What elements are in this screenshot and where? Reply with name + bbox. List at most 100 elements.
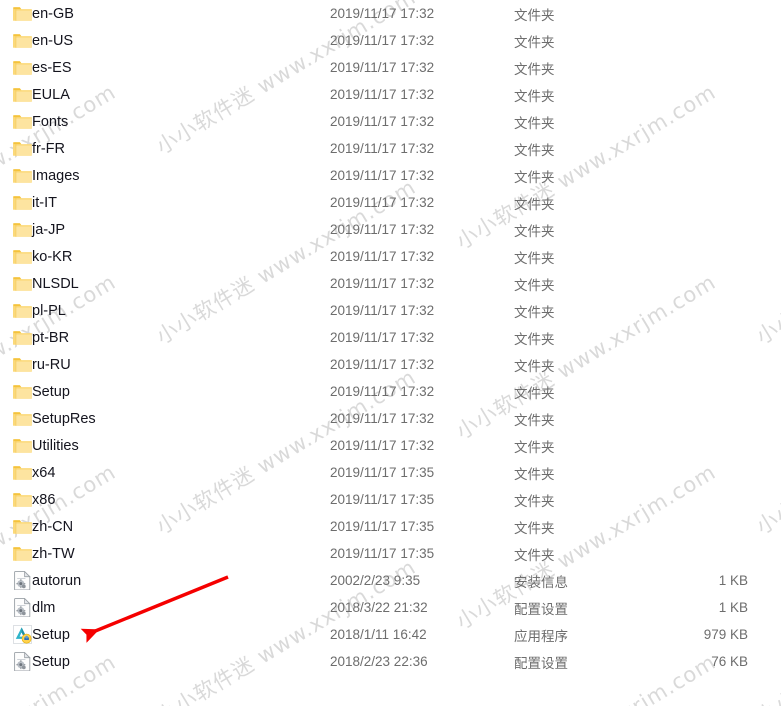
file-name: fr-FR xyxy=(32,140,66,157)
file-row[interactable]: ru-RU 2019/11/17 17:32 文件夹 xyxy=(0,351,781,378)
folder-icon xyxy=(12,195,32,210)
file-row[interactable]: Setup 2018/1/11 16:42 应用程序 979 KB xyxy=(0,621,781,648)
file-type: 文件夹 xyxy=(514,169,555,186)
file-name: Setup xyxy=(32,626,70,643)
file-row[interactable]: x64 2019/11/17 17:35 文件夹 xyxy=(0,459,781,486)
folder-icon xyxy=(12,517,32,537)
file-type: 文件夹 xyxy=(514,277,555,294)
file-row[interactable]: NLSDL 2019/11/17 17:32 文件夹 xyxy=(0,270,781,297)
folder-icon xyxy=(12,355,32,375)
file-row[interactable]: autorun 2002/2/23 9:35 安装信息 1 KB xyxy=(0,567,781,594)
file-row[interactable]: pl-PL 2019/11/17 17:32 文件夹 xyxy=(0,297,781,324)
file-name: NLSDL xyxy=(32,275,79,292)
file-name: zh-TW xyxy=(32,545,75,562)
file-type: 文件夹 xyxy=(514,520,555,537)
folder-icon xyxy=(12,114,32,129)
file-name: it-IT xyxy=(32,194,57,211)
file-list[interactable]: en-GB 2019/11/17 17:32 文件夹 en-US 2019/11/17 … xyxy=(0,0,781,675)
file-type: 文件夹 xyxy=(514,412,555,429)
file-date: 2019/11/17 17:35 xyxy=(330,519,435,534)
file-type: 文件夹 xyxy=(514,34,555,51)
folder-icon xyxy=(12,166,32,186)
folder-icon xyxy=(12,274,32,294)
config-file-icon xyxy=(12,598,32,618)
file-name: Utilities xyxy=(32,437,79,454)
file-row[interactable]: Utilities 2019/11/17 17:32 文件夹 xyxy=(0,432,781,459)
folder-icon xyxy=(12,249,32,264)
file-row[interactable]: ko-KR 2019/11/17 17:32 文件夹 xyxy=(0,243,781,270)
file-name: Setup xyxy=(32,653,70,670)
folder-icon xyxy=(12,60,32,75)
file-date: 2019/11/17 17:32 xyxy=(330,114,435,129)
file-date: 2019/11/17 17:32 xyxy=(330,438,435,453)
file-date: 2018/2/23 22:36 xyxy=(330,654,428,669)
file-type: 安装信息 xyxy=(514,574,568,591)
file-row[interactable]: EULA 2019/11/17 17:32 文件夹 xyxy=(0,81,781,108)
file-row[interactable]: pt-BR 2019/11/17 17:32 文件夹 xyxy=(0,324,781,351)
folder-icon xyxy=(12,384,32,399)
file-size: 1 KB xyxy=(718,600,748,615)
file-type: 文件夹 xyxy=(514,250,555,267)
file-row[interactable]: SetupRes 2019/11/17 17:32 文件夹 xyxy=(0,405,781,432)
folder-icon xyxy=(12,193,32,213)
file-name: Fonts xyxy=(32,113,69,130)
file-name: en-GB xyxy=(32,5,74,22)
file-row[interactable]: es-ES 2019/11/17 17:32 文件夹 xyxy=(0,54,781,81)
folder-icon xyxy=(12,58,32,78)
file-name: SetupRes xyxy=(32,410,96,427)
file-row[interactable]: Setup 2018/2/23 22:36 配置设置 76 KB xyxy=(0,648,781,675)
folder-icon xyxy=(12,463,32,483)
file-row[interactable]: it-IT 2019/11/17 17:32 文件夹 xyxy=(0,189,781,216)
folder-icon xyxy=(12,276,32,291)
folder-icon xyxy=(12,382,32,402)
folder-icon xyxy=(12,465,32,480)
file-size: 76 KB xyxy=(711,654,748,669)
file-row[interactable]: ja-JP 2019/11/17 17:32 文件夹 xyxy=(0,216,781,243)
folder-icon xyxy=(12,411,32,426)
file-date: 2019/11/17 17:32 xyxy=(330,384,435,399)
file-date: 2019/11/17 17:32 xyxy=(330,141,435,156)
file-row[interactable]: en-GB 2019/11/17 17:32 文件夹 xyxy=(0,0,781,27)
folder-icon xyxy=(12,436,32,456)
file-row[interactable]: Images 2019/11/17 17:32 文件夹 xyxy=(0,162,781,189)
file-row[interactable]: en-US 2019/11/17 17:32 文件夹 xyxy=(0,27,781,54)
file-date: 2002/2/23 9:35 xyxy=(330,573,421,588)
folder-icon xyxy=(12,4,32,24)
file-type: 文件夹 xyxy=(514,115,555,132)
file-row[interactable]: zh-TW 2019/11/17 17:35 文件夹 xyxy=(0,540,781,567)
file-type: 文件夹 xyxy=(514,331,555,348)
file-name: ja-JP xyxy=(32,221,66,238)
file-row[interactable]: Setup 2019/11/17 17:32 文件夹 xyxy=(0,378,781,405)
file-date: 2019/11/17 17:32 xyxy=(330,6,435,21)
folder-icon xyxy=(12,301,32,321)
file-type: 文件夹 xyxy=(514,142,555,159)
file-date: 2019/11/17 17:32 xyxy=(330,357,435,372)
file-type: 文件夹 xyxy=(514,439,555,456)
file-date: 2019/11/17 17:32 xyxy=(330,411,435,426)
file-name: x86 xyxy=(32,491,56,508)
file-type: 配置设置 xyxy=(514,655,568,672)
file-date: 2019/11/17 17:35 xyxy=(330,492,435,507)
folder-icon xyxy=(12,438,32,453)
file-name: x64 xyxy=(32,464,56,481)
file-date: 2019/11/17 17:35 xyxy=(330,546,435,561)
file-name: ko-KR xyxy=(32,248,73,265)
file-row[interactable]: Fonts 2019/11/17 17:32 文件夹 xyxy=(0,108,781,135)
file-date: 2018/3/22 21:32 xyxy=(330,600,428,615)
file-name: es-ES xyxy=(32,59,72,76)
folder-icon xyxy=(12,139,32,159)
folder-icon xyxy=(12,87,32,102)
file-date: 2019/11/17 17:32 xyxy=(330,249,435,264)
folder-icon xyxy=(12,6,32,21)
application-icon xyxy=(12,625,32,644)
file-row[interactable]: x86 2019/11/17 17:35 文件夹 xyxy=(0,486,781,513)
file-date: 2018/1/11 16:42 xyxy=(330,627,427,642)
file-row[interactable]: zh-CN 2019/11/17 17:35 文件夹 xyxy=(0,513,781,540)
folder-icon xyxy=(12,357,32,372)
folder-icon xyxy=(12,112,32,132)
file-row[interactable]: dlm 2018/3/22 21:32 配置设置 1 KB xyxy=(0,594,781,621)
file-type: 文件夹 xyxy=(514,196,555,213)
application-icon xyxy=(12,625,32,645)
file-row[interactable]: fr-FR 2019/11/17 17:32 文件夹 xyxy=(0,135,781,162)
folder-icon xyxy=(12,220,32,240)
